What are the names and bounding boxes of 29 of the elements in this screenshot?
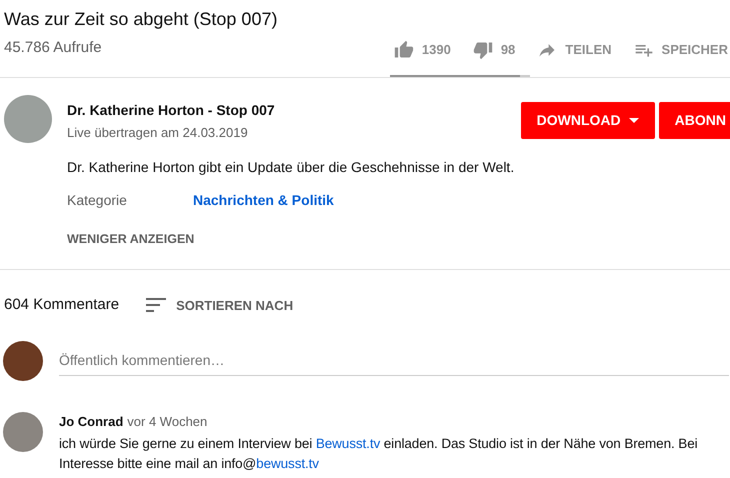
- channel-avatar[interactable]: [4, 95, 52, 143]
- view-count: 45.786 Aufrufe: [4, 38, 102, 58]
- subscribe-button[interactable]: ABONN: [658, 102, 730, 139]
- comment-author[interactable]: Jo Conrad: [59, 412, 124, 431]
- comment-time[interactable]: vor 4 Wochen: [127, 412, 208, 431]
- publish-date: Live übertragen am 24.03.2019: [67, 124, 249, 142]
- link[interactable]: Bewusst.tv: [316, 436, 380, 451]
- comment-input-field[interactable]: Öffentlich kommentieren…: [59, 346, 729, 376]
- comment-text: ich würde Sie gerne zu einem Interview bei Bewusst.tv einladen. Das Studio ist in der Nähe von Bremen. Bei Interesse bitte eine mail an info@bewusst.tv: [59, 435, 699, 473]
- category-link[interactable]: Nachrichten & Politik: [193, 190, 334, 211]
- category-label: Kategorie: [67, 191, 128, 210]
- show-less-button[interactable]: WENIGER ANZEIGEN: [67, 230, 194, 249]
- save-button[interactable]: SPEICHER: [634, 40, 728, 60]
- sort-icon: [146, 298, 166, 312]
- link[interactable]: bewusst.tv: [256, 456, 319, 471]
- download-button[interactable]: DOWNLOAD: [520, 102, 655, 139]
- video-title: Was zur Zeit so abgeht (Stop 007): [4, 8, 278, 30]
- caret-icon: [628, 118, 639, 123]
- rating-button[interactable]: 98: [472, 40, 516, 60]
- thumbs-down-icon: [472, 40, 493, 60]
- share-button[interactable]: TEILEN: [537, 40, 612, 60]
- thumbs-up-icon: [394, 40, 414, 60]
- commenter-avatar[interactable]: [3, 412, 43, 452]
- rating-button[interactable]: 1390: [394, 40, 451, 60]
- user-avatar: [3, 340, 43, 380]
- video-description: Dr. Katherine Horton gibt ein Update über die Geschehnisse in der Welt.: [67, 158, 516, 177]
- sort-button[interactable]: SORTIEREN NACH: [146, 296, 294, 315]
- channel-name[interactable]: Dr. Katherine Horton - Stop 007: [67, 100, 275, 121]
- comment-count: 604 Kommentare: [4, 295, 120, 315]
